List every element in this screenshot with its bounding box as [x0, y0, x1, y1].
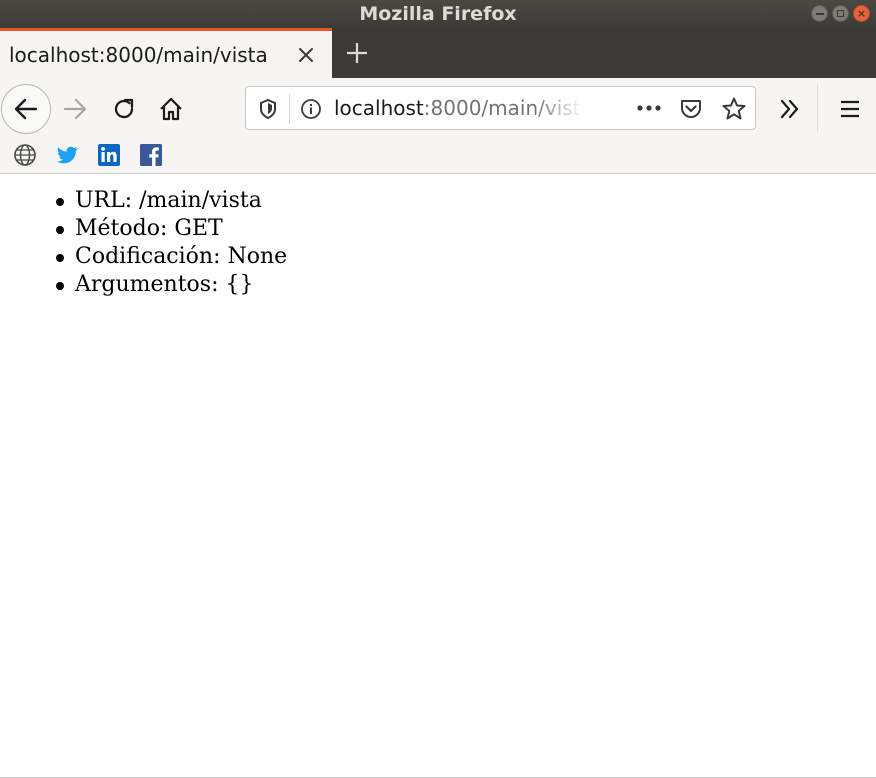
- reload-icon: [114, 98, 134, 119]
- toolbar-divider: [817, 84, 818, 132]
- home-icon: [160, 97, 182, 121]
- list-item-text: URL: /main/vista: [75, 188, 262, 213]
- url-bar[interactable]: localhost:8000/main/vista: [245, 86, 756, 130]
- bullet: [56, 282, 64, 290]
- reload-button[interactable]: [110, 95, 138, 123]
- list-item-encoding: Codificación: None: [56, 243, 876, 271]
- window-controls: ×: [811, 5, 870, 22]
- close-icon[interactable]: ×: [853, 5, 870, 22]
- back-icon: [14, 98, 38, 120]
- forward-button[interactable]: [61, 95, 89, 123]
- bullet: [56, 226, 64, 234]
- list-item-text: Método: GET: [75, 216, 223, 241]
- url-path: :8000/main/vista: [423, 96, 584, 120]
- bullet: [56, 198, 64, 206]
- tab-active[interactable]: localhost:8000/main/vista: [0, 28, 332, 78]
- star-icon[interactable]: [721, 96, 747, 122]
- request-info-list: URL: /main/vista Método: GET Codificació…: [0, 174, 876, 299]
- list-item-method: Método: GET: [56, 215, 876, 243]
- bookmarks-toolbar: [0, 140, 876, 174]
- window-title: Mozilla Firefox: [359, 3, 517, 25]
- window-titlebar: Mozilla Firefox ×: [0, 0, 876, 28]
- facebook-icon[interactable]: [139, 143, 163, 167]
- home-button[interactable]: [157, 95, 185, 123]
- list-item-text: Argumentos: {}: [75, 272, 254, 297]
- navigation-toolbar: localhost:8000/main/vista: [0, 78, 876, 140]
- tab-title: localhost:8000/main/vista: [9, 42, 268, 67]
- back-button[interactable]: [1, 84, 51, 134]
- menu-icon: [841, 100, 859, 118]
- overflow-button[interactable]: [776, 95, 804, 123]
- url-text[interactable]: localhost:8000/main/vista: [334, 96, 584, 122]
- twitter-icon[interactable]: [55, 143, 79, 167]
- forward-icon: [63, 98, 87, 120]
- url-host: localhost: [334, 96, 424, 120]
- more-icon[interactable]: [636, 103, 662, 113]
- overflow-icon: [780, 99, 799, 119]
- tab-close-icon[interactable]: [294, 43, 318, 67]
- globe-icon[interactable]: [13, 143, 37, 167]
- minimize-icon[interactable]: [811, 5, 828, 22]
- list-item-arguments: Argumentos: {}: [56, 271, 876, 299]
- url-separator: [289, 94, 290, 124]
- info-icon[interactable]: [300, 98, 322, 120]
- bullet: [56, 254, 64, 262]
- tab-strip: localhost:8000/main/vista: [0, 28, 876, 78]
- list-item-url: URL: /main/vista: [56, 187, 876, 215]
- maximize-icon[interactable]: [832, 5, 849, 22]
- menu-button[interactable]: [836, 95, 864, 123]
- new-tab-icon[interactable]: [344, 40, 370, 66]
- linkedin-icon[interactable]: [97, 143, 121, 167]
- page-content: URL: /main/vista Método: GET Codificació…: [0, 174, 876, 777]
- pocket-icon[interactable]: [679, 97, 703, 121]
- shield-icon[interactable]: [258, 98, 278, 120]
- list-item-text: Codificación: None: [75, 244, 288, 269]
